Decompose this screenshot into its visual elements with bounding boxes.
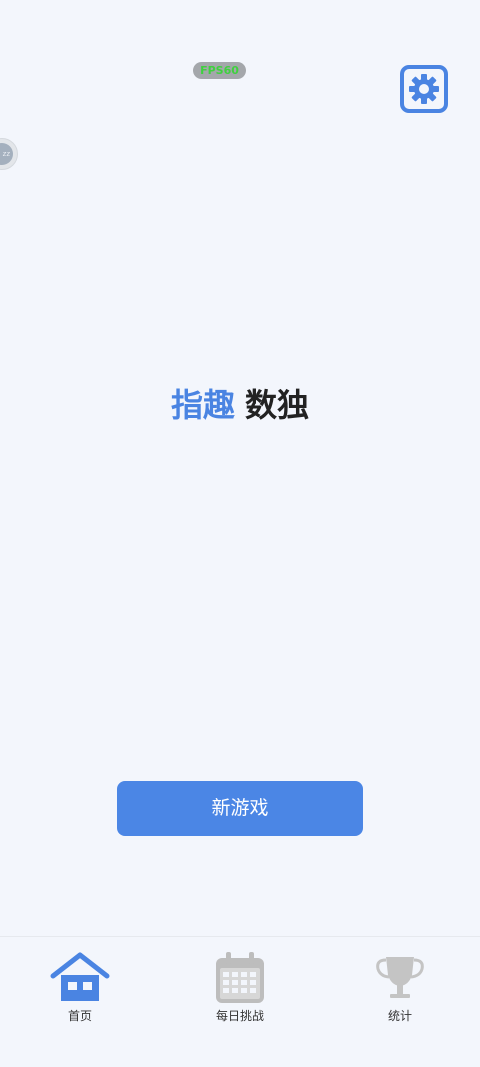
settings-button[interactable] <box>400 65 448 113</box>
nav-item-daily-challenge[interactable]: 每日挑战 <box>190 951 290 1024</box>
fps-badge: FPS60 <box>193 62 246 79</box>
new-game-button[interactable]: 新游戏 <box>117 781 363 836</box>
trophy-icon <box>376 957 424 998</box>
house-icon <box>50 952 110 1001</box>
floating-ball-label: zz <box>0 143 13 165</box>
floating-ball[interactable]: zz <box>0 138 18 170</box>
app-title-main: 数独 <box>245 386 310 424</box>
app-title: 指趣 数独 <box>0 384 480 426</box>
nav-item-home-label: 首页 <box>67 1009 92 1023</box>
app-title-accent: 指趣 <box>170 386 235 424</box>
bottom-nav: 首页 每日挑战 统计 <box>0 936 480 1067</box>
nav-item-home[interactable]: 首页 <box>30 951 130 1024</box>
calendar-icon <box>216 952 264 1003</box>
nav-item-daily-challenge-label: 每日挑战 <box>215 1009 264 1023</box>
gear-icon <box>400 65 448 113</box>
nav-item-statistics-label: 统计 <box>387 1009 412 1023</box>
nav-item-statistics[interactable]: 统计 <box>350 951 450 1024</box>
